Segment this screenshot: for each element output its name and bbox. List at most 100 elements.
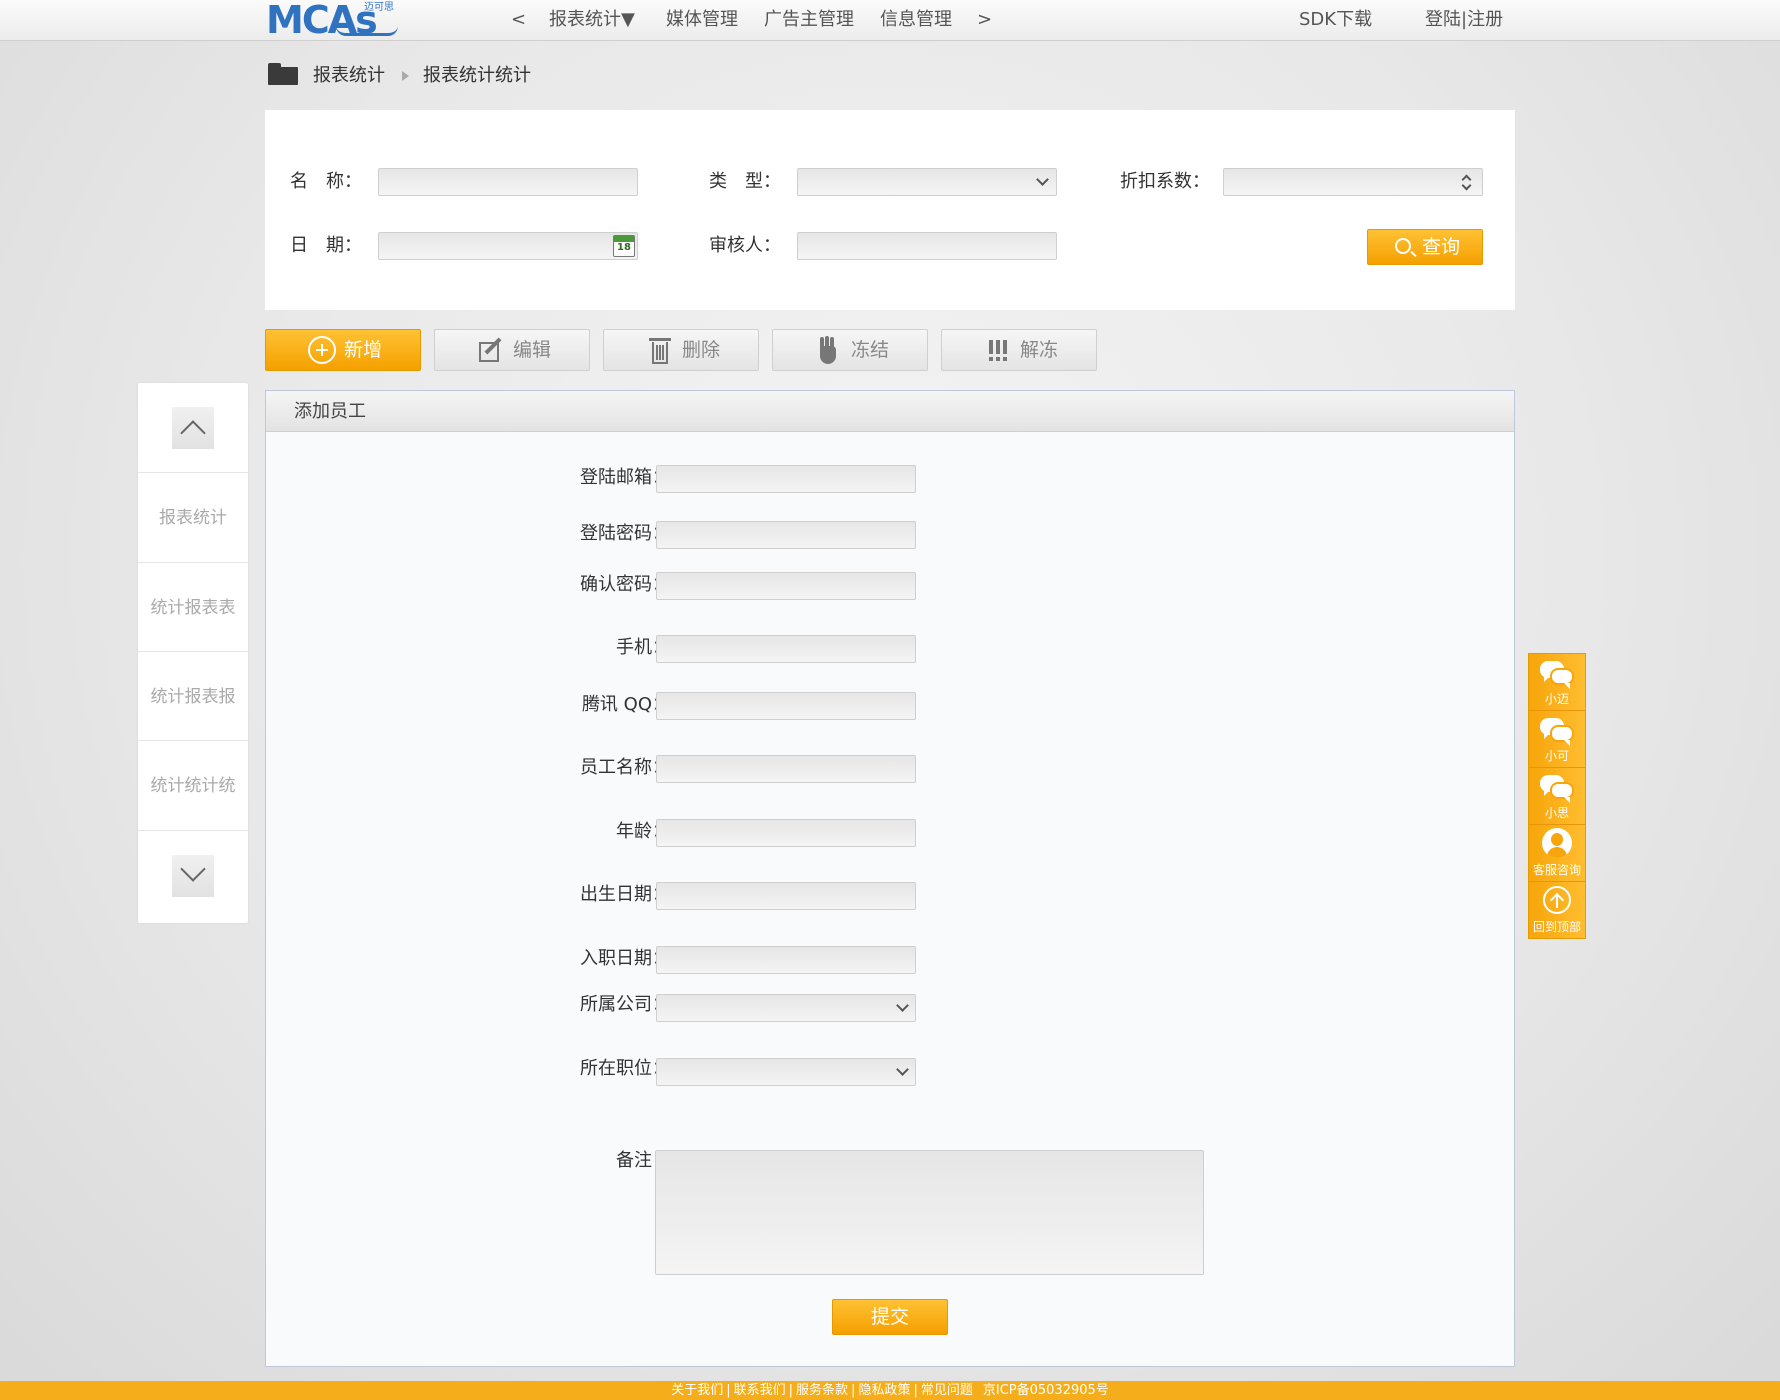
submit-button[interactable]: 提交 xyxy=(832,1299,948,1335)
panel-title: 添加员工 xyxy=(294,401,366,422)
logo-swoosh-icon xyxy=(336,26,398,36)
query-button-label: 查询 xyxy=(1422,236,1461,258)
freeze-button[interactable]: 冻结 xyxy=(772,329,928,371)
edit-button[interactable]: 编辑 xyxy=(434,329,590,371)
nav-next-arrow[interactable]: > xyxy=(977,0,992,40)
top-navigation-bar: MCAs 迈可思 < 报表统计▼ 媒体管理 广告主管理 信息管理 > SDK下载… xyxy=(0,0,1780,41)
nav-item-report-stats[interactable]: 报表统计▼ xyxy=(549,0,635,40)
calendar-day: 18 xyxy=(617,242,631,253)
panel-header: 添加员工 xyxy=(266,391,1514,432)
person-icon xyxy=(1542,828,1572,858)
delete-button[interactable]: 删除 xyxy=(603,329,759,371)
brand-logo[interactable]: MCAs 迈可思 xyxy=(266,0,401,40)
side-navigation: 报表统计 统计报表表 统计报表报 统计统计统 xyxy=(138,383,248,923)
chevron-down-icon xyxy=(180,856,206,882)
footer-separator: | xyxy=(788,1383,794,1398)
hire-date-field[interactable] xyxy=(656,946,916,974)
side-item-stats-report-1[interactable]: 统计报表表 xyxy=(138,562,248,652)
side-item-report-stats[interactable]: 报表统计 xyxy=(138,472,248,562)
unfreeze-button[interactable]: 解冻 xyxy=(941,329,1097,371)
hire-date-label: 入职日期： xyxy=(580,948,670,969)
confirm-password-label: 确认密码： xyxy=(580,574,670,595)
spinner-down-icon[interactable] xyxy=(1461,180,1472,191)
freeze-button-label: 冻结 xyxy=(851,339,890,361)
footer-separator: | xyxy=(726,1383,731,1398)
footer-link-contact[interactable]: 联系我们 xyxy=(734,1383,786,1398)
nav-prev-arrow[interactable]: < xyxy=(511,0,526,40)
type-select[interactable] xyxy=(797,168,1057,196)
nav-item-info-management[interactable]: 信息管理 xyxy=(880,0,952,40)
confirm-password-field[interactable] xyxy=(656,572,916,600)
breadcrumb-item-report-stats[interactable]: 报表统计 xyxy=(313,60,385,92)
position-select[interactable] xyxy=(656,1058,916,1086)
remarks-textarea[interactable] xyxy=(655,1150,1204,1275)
footer-link-terms[interactable]: 服务条款 xyxy=(796,1383,848,1398)
company-select[interactable] xyxy=(656,994,916,1022)
footer-separator: | xyxy=(851,1383,856,1398)
calendar-icon[interactable]: 18 xyxy=(613,235,635,257)
qq-label: 腾讯 QQ： xyxy=(581,694,670,715)
birth-date-field[interactable] xyxy=(656,882,916,910)
phone-field[interactable] xyxy=(656,635,916,663)
age-field[interactable] xyxy=(656,819,916,847)
password-field[interactable] xyxy=(656,521,916,549)
footer-link-privacy[interactable]: 隐私政策 xyxy=(858,1383,910,1398)
email-field[interactable] xyxy=(656,465,916,493)
logo-subtitle: 迈可思 xyxy=(364,2,394,13)
search-icon xyxy=(1395,238,1411,254)
reviewer-input[interactable] xyxy=(797,232,1057,260)
footer-link-about[interactable]: 关于我们 xyxy=(671,1383,723,1398)
chat-xiaoke-button[interactable]: 小可 xyxy=(1529,711,1585,768)
side-item-stats-report-2[interactable]: 统计报表报 xyxy=(138,651,248,741)
chevron-down-icon xyxy=(896,1063,909,1076)
nav-item-media-management[interactable]: 媒体管理 xyxy=(666,0,738,40)
icp-license: 京ICP备05032905号 xyxy=(982,1383,1109,1398)
register-link[interactable]: 注册 xyxy=(1467,9,1503,30)
reviewer-label: 审核人： xyxy=(709,235,781,256)
unfreeze-button-label: 解冻 xyxy=(1020,339,1059,361)
remarks-label: 备注： xyxy=(616,1150,670,1171)
discount-spinner[interactable] xyxy=(1223,168,1483,196)
discount-label: 折扣系数： xyxy=(1120,171,1210,192)
password-label: 登陆密码： xyxy=(580,523,670,544)
customer-service-label: 客服咨询 xyxy=(1532,863,1581,877)
sdk-download-link[interactable]: SDK下载 xyxy=(1299,0,1372,40)
customer-service-button[interactable]: 客服咨询 xyxy=(1529,825,1585,882)
qq-field[interactable] xyxy=(656,692,916,720)
chat-xiaomai-label: 小迈 xyxy=(1544,692,1569,706)
add-button[interactable]: 新增 xyxy=(265,329,421,371)
login-link[interactable]: 登陆 xyxy=(1425,9,1461,30)
arrow-up-circle-icon xyxy=(1543,886,1571,914)
nav-item-advertiser-management[interactable]: 广告主管理 xyxy=(764,0,854,40)
edit-button-label: 编辑 xyxy=(513,339,552,361)
chevron-down-icon xyxy=(1036,173,1049,186)
chat-xiaosi-label: 小思 xyxy=(1544,806,1569,820)
date-input[interactable]: 18 xyxy=(378,232,638,260)
footer: 关于我们 | 联系我们 | 服务条款 | 隐私政策 | 常见问题 京ICP备05032905号 xyxy=(0,1381,1780,1400)
chat-xiaomai-button[interactable]: 小迈 xyxy=(1529,654,1585,711)
divider xyxy=(138,830,248,831)
position-label: 所在职位： xyxy=(580,1058,670,1079)
footer-link-faq[interactable]: 常见问题 xyxy=(921,1383,973,1398)
scroll-up-button[interactable] xyxy=(172,407,214,449)
add-button-label: 新增 xyxy=(344,339,383,361)
employee-name-field[interactable] xyxy=(656,755,916,783)
hand-icon xyxy=(815,336,843,364)
chat-icon xyxy=(1540,659,1576,689)
breadcrumb-separator-icon xyxy=(402,71,409,81)
footer-separator: | xyxy=(913,1383,918,1398)
scroll-down-button[interactable] xyxy=(172,855,214,897)
side-item-stats-report-3[interactable]: 统计统计统 xyxy=(138,740,248,830)
breadcrumb-item-current: 报表统计统计 xyxy=(423,65,531,86)
plus-circle-icon xyxy=(308,336,336,364)
date-label: 日 期： xyxy=(290,235,362,256)
back-to-top-label: 回到顶部 xyxy=(1532,920,1581,934)
company-label: 所属公司： xyxy=(580,994,670,1015)
chat-icon xyxy=(1540,773,1576,803)
chevron-up-icon xyxy=(180,420,206,446)
back-to-top-button[interactable]: 回到顶部 xyxy=(1529,882,1585,939)
chat-xiaosi-button[interactable]: 小思 xyxy=(1529,768,1585,825)
delete-button-label: 删除 xyxy=(682,339,721,361)
name-input[interactable] xyxy=(378,168,638,196)
query-button[interactable]: 查询 xyxy=(1367,229,1483,265)
